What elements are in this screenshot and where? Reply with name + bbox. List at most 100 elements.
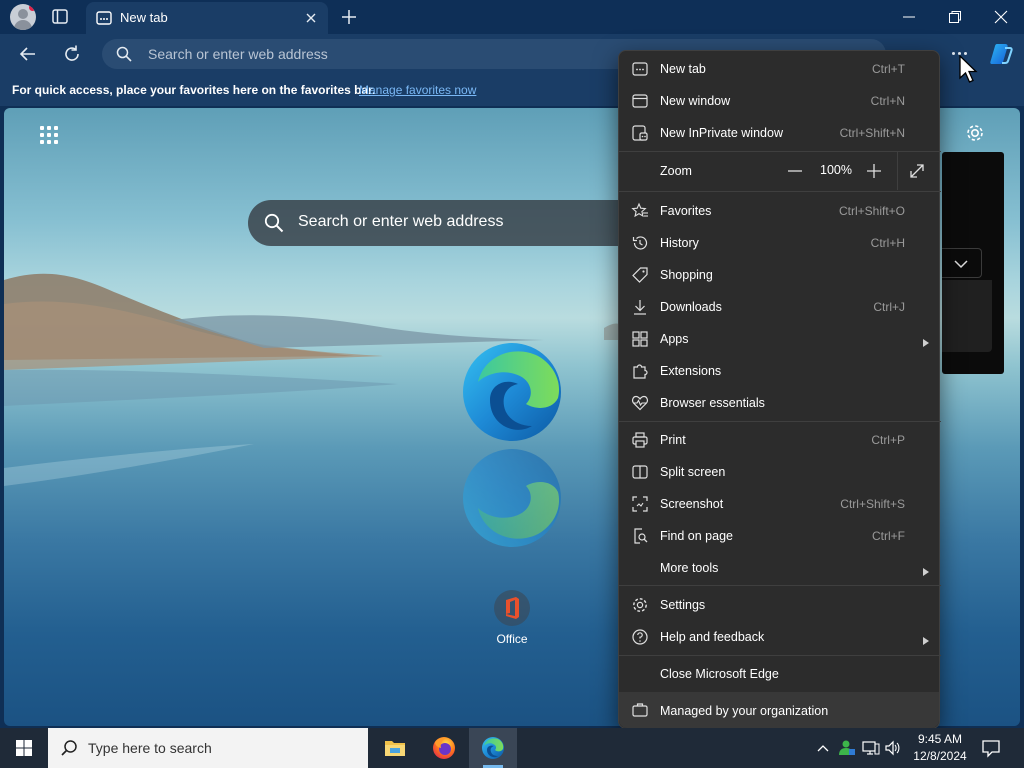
- menu-item-find-on-page[interactable]: Find on page Ctrl+F: [619, 520, 941, 552]
- profile-avatar[interactable]: [10, 4, 36, 30]
- split-screen-icon: [631, 463, 649, 481]
- fullscreen-expand-icon[interactable]: [907, 161, 927, 181]
- title-bar: New tab: [0, 0, 1024, 34]
- new-tab-icon: [631, 60, 649, 78]
- zoom-out-minus-icon[interactable]: [785, 161, 805, 181]
- submenu-arrow-icon: [923, 632, 929, 645]
- heart-pulse-icon: [631, 394, 649, 412]
- address-placeholder: Search or enter web address: [148, 46, 328, 62]
- menu-item-help-and-feedback[interactable]: Help and feedback: [619, 621, 941, 653]
- print-icon: [631, 431, 649, 449]
- menu-item-screenshot[interactable]: Screenshot Ctrl+Shift+S: [619, 488, 941, 520]
- screenshot-icon: [631, 495, 649, 513]
- menu-item-new-window[interactable]: New window Ctrl+N: [619, 85, 941, 117]
- menu-item-new-tab[interactable]: New tab Ctrl+T: [619, 53, 941, 85]
- copilot-icon[interactable]: [988, 42, 1014, 66]
- notification-dot: [29, 4, 36, 11]
- extensions-puzzle-icon: [631, 362, 649, 380]
- manage-favorites-link[interactable]: Manage favorites now: [359, 83, 476, 97]
- zoom-label: Zoom: [660, 164, 692, 178]
- tab-new-tab[interactable]: New tab: [86, 2, 328, 34]
- menu-item-split-screen[interactable]: Split screen: [619, 456, 941, 488]
- new-tab-plus-icon[interactable]: [338, 6, 360, 28]
- taskbar-search-placeholder: Type here to search: [88, 740, 212, 756]
- edge-logo-icon: [463, 343, 561, 441]
- menu-item-new-inprivate-window[interactable]: New InPrivate window Ctrl+Shift+N: [619, 117, 941, 149]
- zoom-level: 100%: [820, 163, 852, 177]
- edge-logo-reflection: [463, 449, 561, 547]
- clock-date: 12/8/2024: [913, 749, 967, 763]
- managed-by-organization[interactable]: Managed by your organization: [619, 692, 939, 728]
- windows-logo-icon: [16, 740, 32, 756]
- office-icon: [506, 597, 519, 619]
- menu-divider: [619, 421, 941, 422]
- menu-item-history[interactable]: History Ctrl+H: [619, 227, 941, 259]
- minimize-button[interactable]: [886, 0, 932, 34]
- user-account-icon[interactable]: [838, 738, 856, 758]
- settings-gear-icon: [631, 596, 649, 614]
- screen: { "browser": { "tab_title": "New tab", "…: [0, 0, 1024, 768]
- search-icon: [60, 739, 78, 762]
- menu-item-favorites[interactable]: Favorites Ctrl+Shift+O: [619, 195, 941, 227]
- panel-content: [942, 280, 992, 352]
- restore-button[interactable]: [932, 0, 978, 34]
- new-window-icon: [631, 92, 649, 110]
- taskbar-search-box[interactable]: Type here to search: [48, 728, 368, 768]
- close-tab-icon[interactable]: [302, 9, 320, 27]
- search-icon: [264, 213, 284, 238]
- menu-item-shopping[interactable]: Shopping: [619, 259, 941, 291]
- menu-item-downloads[interactable]: Downloads Ctrl+J: [619, 291, 941, 323]
- refresh-icon[interactable]: [60, 42, 84, 66]
- page-search-placeholder: Search or enter web address: [298, 213, 504, 230]
- menu-item-extensions[interactable]: Extensions: [619, 355, 941, 387]
- close-window-button[interactable]: [978, 0, 1024, 34]
- zoom-in-plus-icon[interactable]: [864, 161, 884, 181]
- start-button[interactable]: [0, 728, 48, 768]
- page-search-box[interactable]: Search or enter web address: [248, 200, 628, 246]
- chevron-down-icon: [954, 260, 968, 269]
- find-icon: [631, 527, 649, 545]
- side-panel: [942, 152, 1004, 374]
- menu-item-browser-essentials[interactable]: Browser essentials: [619, 387, 941, 419]
- taskbar-clock[interactable]: 9:45 AM 12/8/2024: [906, 731, 974, 765]
- help-icon: [631, 628, 649, 646]
- show-hidden-icons-chevron-icon[interactable]: [816, 738, 830, 758]
- apps-launcher-icon[interactable]: [40, 126, 60, 146]
- submenu-arrow-icon: [923, 334, 929, 347]
- history-icon: [631, 234, 649, 252]
- inprivate-icon: [631, 124, 649, 142]
- menu-item-print[interactable]: Print Ctrl+P: [619, 424, 941, 456]
- mouse-cursor-icon: [959, 54, 978, 83]
- network-icon[interactable]: [862, 738, 880, 758]
- briefcase-icon: [631, 701, 649, 724]
- tab-actions-icon[interactable]: [48, 6, 72, 28]
- tab-title: New tab: [120, 10, 168, 25]
- menu-item-more-tools[interactable]: More tools: [619, 552, 941, 584]
- menu-item-settings[interactable]: Settings: [619, 589, 941, 621]
- download-icon: [631, 298, 649, 316]
- search-icon: [116, 46, 132, 67]
- taskbar: Type here to search 9:45 AM 12/8/2024: [0, 728, 1024, 768]
- shopping-tag-icon: [631, 266, 649, 284]
- apps-icon: [631, 330, 649, 348]
- menu-divider: [619, 585, 941, 586]
- menu-divider: [619, 191, 941, 192]
- quick-link-office[interactable]: Office: [488, 590, 536, 646]
- clock-time: 9:45 AM: [917, 732, 963, 746]
- favorites-star-icon: [631, 202, 649, 220]
- favorites-bar-hint: For quick access, place your favorites h…: [12, 83, 376, 97]
- volume-icon[interactable]: [884, 738, 902, 758]
- menu-item-apps[interactable]: Apps: [619, 323, 941, 355]
- back-arrow-icon[interactable]: [16, 42, 40, 66]
- quick-link-label: Office: [496, 632, 528, 646]
- page-settings-gear-icon[interactable]: [964, 122, 986, 144]
- menu-divider: [619, 655, 941, 656]
- new-tab-page-icon: [96, 11, 112, 30]
- notification-center-icon[interactable]: [980, 737, 1002, 759]
- firefox-icon[interactable]: [420, 728, 468, 768]
- file-explorer-icon[interactable]: [371, 728, 419, 768]
- panel-dropdown[interactable]: [942, 248, 982, 278]
- menu-zoom-row: Zoom 100%: [619, 152, 941, 190]
- microsoft-edge-taskbar-icon[interactable]: [469, 728, 517, 768]
- menu-item-close-microsoft-edge[interactable]: Close Microsoft Edge: [619, 658, 941, 690]
